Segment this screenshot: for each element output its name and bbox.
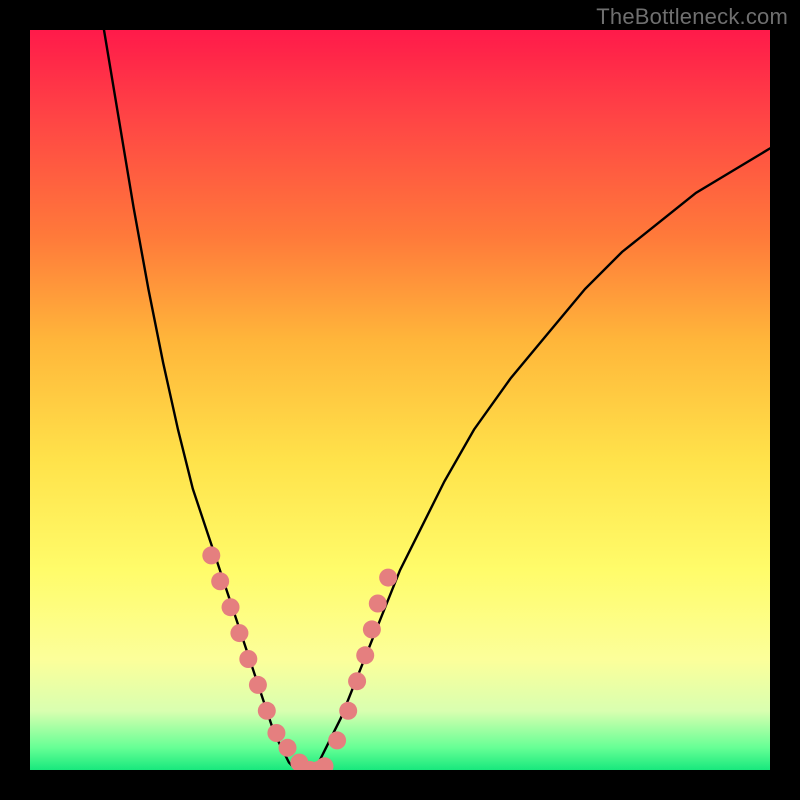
plot-area [30, 30, 770, 770]
highlight-markers [202, 546, 397, 770]
marker-dot [202, 546, 220, 564]
bottleneck-curve [104, 30, 770, 770]
marker-dot [379, 569, 397, 587]
marker-dot [239, 650, 257, 668]
curve-svg [30, 30, 770, 770]
marker-dot [348, 672, 366, 690]
marker-dot [369, 595, 387, 613]
marker-dot [211, 572, 229, 590]
marker-dot [222, 598, 240, 616]
chart-frame: TheBottleneck.com [0, 0, 800, 800]
watermark-text: TheBottleneck.com [596, 4, 788, 30]
marker-dot [363, 620, 381, 638]
marker-dot [279, 739, 297, 757]
marker-dot [356, 646, 374, 664]
marker-dot [249, 676, 267, 694]
marker-dot [328, 731, 346, 749]
marker-dot [230, 624, 248, 642]
marker-dot [258, 702, 276, 720]
marker-dot [267, 724, 285, 742]
marker-dot [316, 757, 334, 770]
marker-dot [339, 702, 357, 720]
